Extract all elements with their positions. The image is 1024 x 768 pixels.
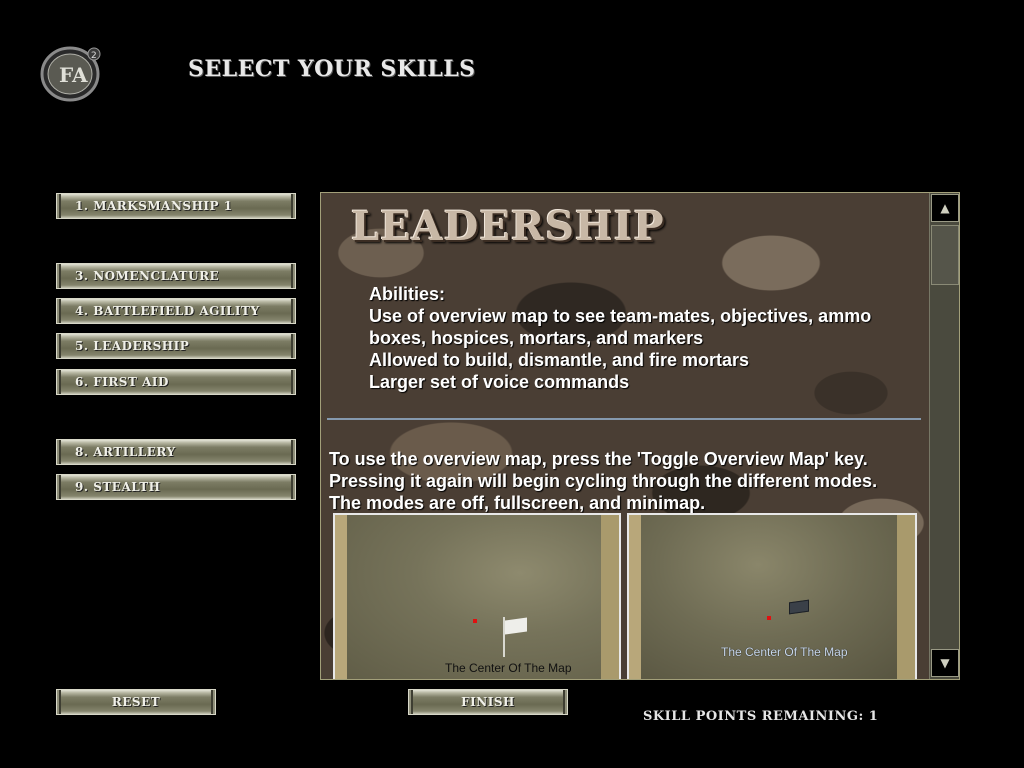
skill-button-artillery[interactable]: 8. ARTILLERY bbox=[56, 439, 296, 465]
instruction-line: To use the overview map, press the 'Togg… bbox=[329, 449, 868, 469]
skill-button-stealth[interactable]: 9. STEALTH bbox=[56, 474, 296, 500]
page-title: SELECT YOUR SKILLS bbox=[188, 56, 476, 82]
skill-button-first-aid[interactable]: 6. FIRST AID bbox=[56, 369, 296, 395]
reset-button[interactable]: RESET bbox=[56, 689, 216, 715]
abilities-line: boxes, hospices, mortars, and markers bbox=[369, 328, 704, 348]
skill-button-label: 4. BATTLEFIELD AGILITY bbox=[75, 304, 260, 318]
svg-text:FA: FA bbox=[59, 63, 88, 87]
skill-heading: LEADERSHIP bbox=[351, 203, 665, 250]
skill-points-remaining: SKILL POINTS REMAINING: 1 bbox=[643, 709, 879, 724]
skill-button-leadership[interactable]: 5. LEADERSHIP bbox=[56, 333, 296, 359]
overview-map-screenshot-right: The Center Of The Map bbox=[627, 513, 917, 679]
panel-scrollbar[interactable]: ▲ ▼ bbox=[929, 193, 959, 679]
finish-button-label: FINISH bbox=[461, 695, 515, 709]
skill-detail-panel: LEADERSHIP Abilities: Use of overview ma… bbox=[320, 192, 960, 680]
screenshot-caption: The Center Of The Map bbox=[445, 661, 572, 675]
dark-flag-icon bbox=[789, 599, 809, 615]
instruction-line: Pressing it again will begin cycling thr… bbox=[329, 471, 878, 491]
skill-button-label: 5. LEADERSHIP bbox=[75, 339, 190, 353]
scroll-up-button[interactable]: ▲ bbox=[931, 194, 959, 222]
map-marker-icon bbox=[473, 619, 477, 623]
skill-button-marksmanship[interactable]: 1. MARKSMANSHIP 1 bbox=[56, 193, 296, 219]
instruction-line: The modes are off, fullscreen, and minim… bbox=[329, 493, 706, 513]
overview-map-screenshot-left: The Center Of The Map bbox=[333, 513, 621, 679]
svg-text:2: 2 bbox=[91, 51, 97, 61]
abilities-title: Abilities: bbox=[369, 284, 446, 304]
arrow-up-icon: ▲ bbox=[940, 201, 950, 215]
screenshot-caption: The Center Of The Map bbox=[721, 645, 848, 659]
skill-button-label: 3. NOMENCLATURE bbox=[75, 269, 220, 283]
arrow-down-icon: ▼ bbox=[940, 656, 950, 670]
divider bbox=[327, 418, 921, 420]
reset-button-label: RESET bbox=[111, 695, 161, 709]
game-logo-icon: FA 2 bbox=[40, 44, 104, 102]
skill-button-battlefield-agility[interactable]: 4. BATTLEFIELD AGILITY bbox=[56, 298, 296, 324]
skill-button-label: 8. ARTILLERY bbox=[75, 445, 176, 459]
skill-button-label: 6. FIRST AID bbox=[75, 375, 169, 389]
skill-button-label: 9. STEALTH bbox=[75, 480, 161, 494]
skill-button-nomenclature[interactable]: 3. NOMENCLATURE bbox=[56, 263, 296, 289]
instructions-text: To use the overview map, press the 'Togg… bbox=[329, 448, 929, 514]
skill-button-label: 1. MARKSMANSHIP 1 bbox=[75, 199, 233, 213]
abilities-line: Use of overview map to see team-mates, o… bbox=[369, 306, 872, 326]
abilities-line: Allowed to build, dismantle, and fire mo… bbox=[369, 350, 750, 370]
abilities-line: Larger set of voice commands bbox=[369, 372, 630, 392]
map-marker-icon bbox=[767, 616, 771, 620]
abilities-text: Abilities: Use of overview map to see te… bbox=[369, 283, 929, 393]
finish-button[interactable]: FINISH bbox=[408, 689, 568, 715]
scroll-thumb[interactable] bbox=[931, 225, 959, 285]
scroll-down-button[interactable]: ▼ bbox=[931, 649, 959, 677]
white-flag-icon bbox=[505, 617, 527, 635]
